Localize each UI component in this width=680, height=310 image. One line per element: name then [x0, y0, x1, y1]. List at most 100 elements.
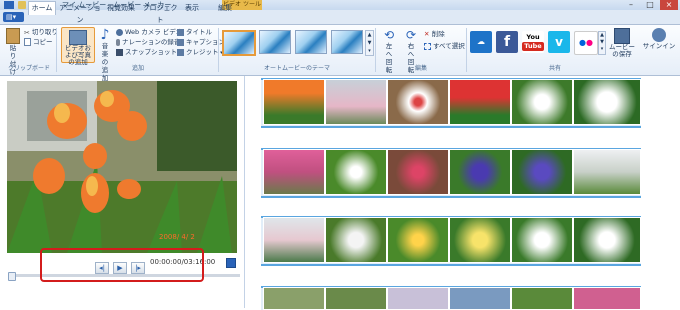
credits-button[interactable]: クレジット ▾: [177, 48, 223, 57]
narration-button[interactable]: ナレーションの録音: [116, 38, 180, 46]
title-icon: [177, 28, 184, 36]
video-preview[interactable]: 2008/ 4/ 2: [7, 81, 237, 253]
facebook-icon: f: [503, 34, 511, 50]
next-frame-button[interactable]: |▸: [131, 262, 145, 274]
clip-thumbnail[interactable]: [325, 149, 387, 195]
copy-button[interactable]: コピー: [24, 38, 53, 46]
add-music-label: 音楽の追加: [101, 42, 109, 82]
clip-thumbnail[interactable]: [449, 287, 511, 310]
previous-frame-button[interactable]: ◂|: [95, 262, 109, 274]
webcam-button[interactable]: Web カメラ ビデオ: [116, 28, 182, 36]
play-button[interactable]: ▶: [113, 262, 127, 274]
previous-frame-icon: ◂|: [99, 264, 105, 272]
snapshot-button[interactable]: スナップショット: [116, 48, 177, 56]
caption-icon: [177, 38, 184, 46]
tab-home[interactable]: ホーム: [28, 1, 56, 15]
clip-thumbnail[interactable]: [449, 79, 511, 125]
theme-thumbnail[interactable]: [331, 30, 363, 54]
storyboard[interactable]: [244, 76, 680, 310]
app-menu-button[interactable]: ▤▾: [3, 12, 24, 22]
facebook-button[interactable]: f: [496, 31, 518, 53]
theme-thumbnail[interactable]: [295, 30, 327, 54]
tab-edit[interactable]: 編集: [214, 2, 236, 14]
clip-thumbnail[interactable]: [387, 149, 449, 195]
caption-label: キャプション: [186, 38, 225, 46]
clip-thumbnail[interactable]: [573, 287, 641, 310]
add-group-label: 追加: [131, 65, 144, 72]
cut-icon: ✂: [24, 28, 30, 37]
save-movie-label: ムービーの保存: [609, 43, 635, 58]
clip-thumbnail[interactable]: [325, 217, 387, 263]
copy-icon: [24, 38, 31, 46]
save-movie-icon: [614, 28, 630, 44]
music-note-icon: ♪: [100, 27, 110, 43]
clip-thumbnail[interactable]: [263, 79, 325, 125]
select-all-button[interactable]: すべて選択: [424, 42, 465, 50]
clip-thumbnail[interactable]: [573, 79, 641, 125]
sign-in-label: サインイン: [642, 42, 676, 50]
clip-thumbnail[interactable]: [263, 287, 325, 310]
theme-thumbnail[interactable]: [222, 30, 256, 56]
flickr-button[interactable]: ●●: [574, 31, 598, 55]
remove-button[interactable]: ✕ 削除: [424, 30, 445, 38]
tab-project[interactable]: プロジェクト: [142, 2, 178, 24]
theme-scroll[interactable]: ▲ ▼ ▾: [365, 30, 374, 56]
seek-thumb[interactable]: [8, 272, 16, 281]
ribbon-tabs: [0, 10, 680, 25]
fullscreen-button[interactable]: [226, 258, 236, 268]
clip-thumbnail[interactable]: [387, 79, 449, 125]
minimize-button[interactable]: –: [622, 0, 640, 10]
sign-in-button[interactable]: サインイン: [642, 28, 676, 50]
play-icon: ▶: [117, 264, 123, 272]
themes-group-label: オートムービーのテーマ: [263, 65, 330, 72]
share-scroll[interactable]: ▲ ▼ ▾: [598, 31, 606, 55]
edit-group-label: 編集: [414, 65, 427, 72]
tab-view[interactable]: 表示: [182, 2, 202, 14]
add-videos-photos-button[interactable]: ビデオおよび写真の追加: [61, 27, 95, 66]
clip-thumbnail[interactable]: [387, 287, 449, 310]
close-button[interactable]: ×: [660, 0, 678, 10]
save-icon[interactable]: [18, 1, 26, 9]
vimeo-icon: v: [555, 35, 563, 49]
clip-thumbnail[interactable]: [511, 149, 573, 195]
rotate-right-icon: ⟳: [405, 28, 417, 42]
film-add-icon: [69, 30, 87, 45]
youtube-button[interactable]: You Tube: [522, 31, 544, 53]
app-menu-icon: ▤▾: [6, 13, 17, 21]
maximize-button[interactable]: □: [641, 0, 659, 10]
add-music-button[interactable]: ♪ 音楽の追加: [96, 28, 114, 82]
camera-icon: [116, 48, 123, 56]
clip-thumbnail[interactable]: [449, 217, 511, 263]
cut-button[interactable]: ✂ 切り取り: [24, 28, 58, 37]
save-movie-button[interactable]: ムービーの保存: [608, 28, 636, 58]
tab-animations[interactable]: アニメーション: [58, 2, 102, 24]
mic-icon: [116, 38, 120, 46]
clip-thumbnail[interactable]: [263, 149, 325, 195]
cut-label: 切り取り: [31, 28, 58, 36]
separator: [56, 28, 57, 72]
clip-thumbnail[interactable]: [325, 287, 387, 310]
select-all-icon: [424, 42, 431, 50]
credits-label: クレジット: [186, 48, 219, 56]
clip-thumbnail[interactable]: [449, 149, 511, 195]
clip-thumbnail[interactable]: [325, 79, 387, 125]
sign-in-icon: [652, 28, 666, 42]
clip-thumbnail[interactable]: [511, 79, 573, 125]
title-button[interactable]: タイトル: [177, 28, 212, 36]
clip-thumbnail[interactable]: [573, 149, 641, 195]
clip-thumbnail[interactable]: [573, 217, 641, 263]
theme-thumbnail[interactable]: [259, 30, 291, 54]
clip-thumbnail[interactable]: [511, 217, 573, 263]
clip-thumbnail[interactable]: [511, 287, 573, 310]
date-stamp: 2008/ 4/ 2: [159, 233, 195, 241]
remove-label: 削除: [431, 30, 445, 38]
vimeo-button[interactable]: v: [548, 31, 570, 53]
snapshot-label: スナップショット: [125, 48, 177, 56]
separator: [375, 28, 376, 72]
clip-thumbnail[interactable]: [387, 217, 449, 263]
clip-thumbnail[interactable]: [263, 217, 325, 263]
paste-icon: [6, 28, 20, 44]
separator: [466, 28, 467, 72]
skydrive-button[interactable]: ☁: [470, 31, 492, 53]
tab-visual-effects[interactable]: 視覚効果: [104, 2, 138, 14]
